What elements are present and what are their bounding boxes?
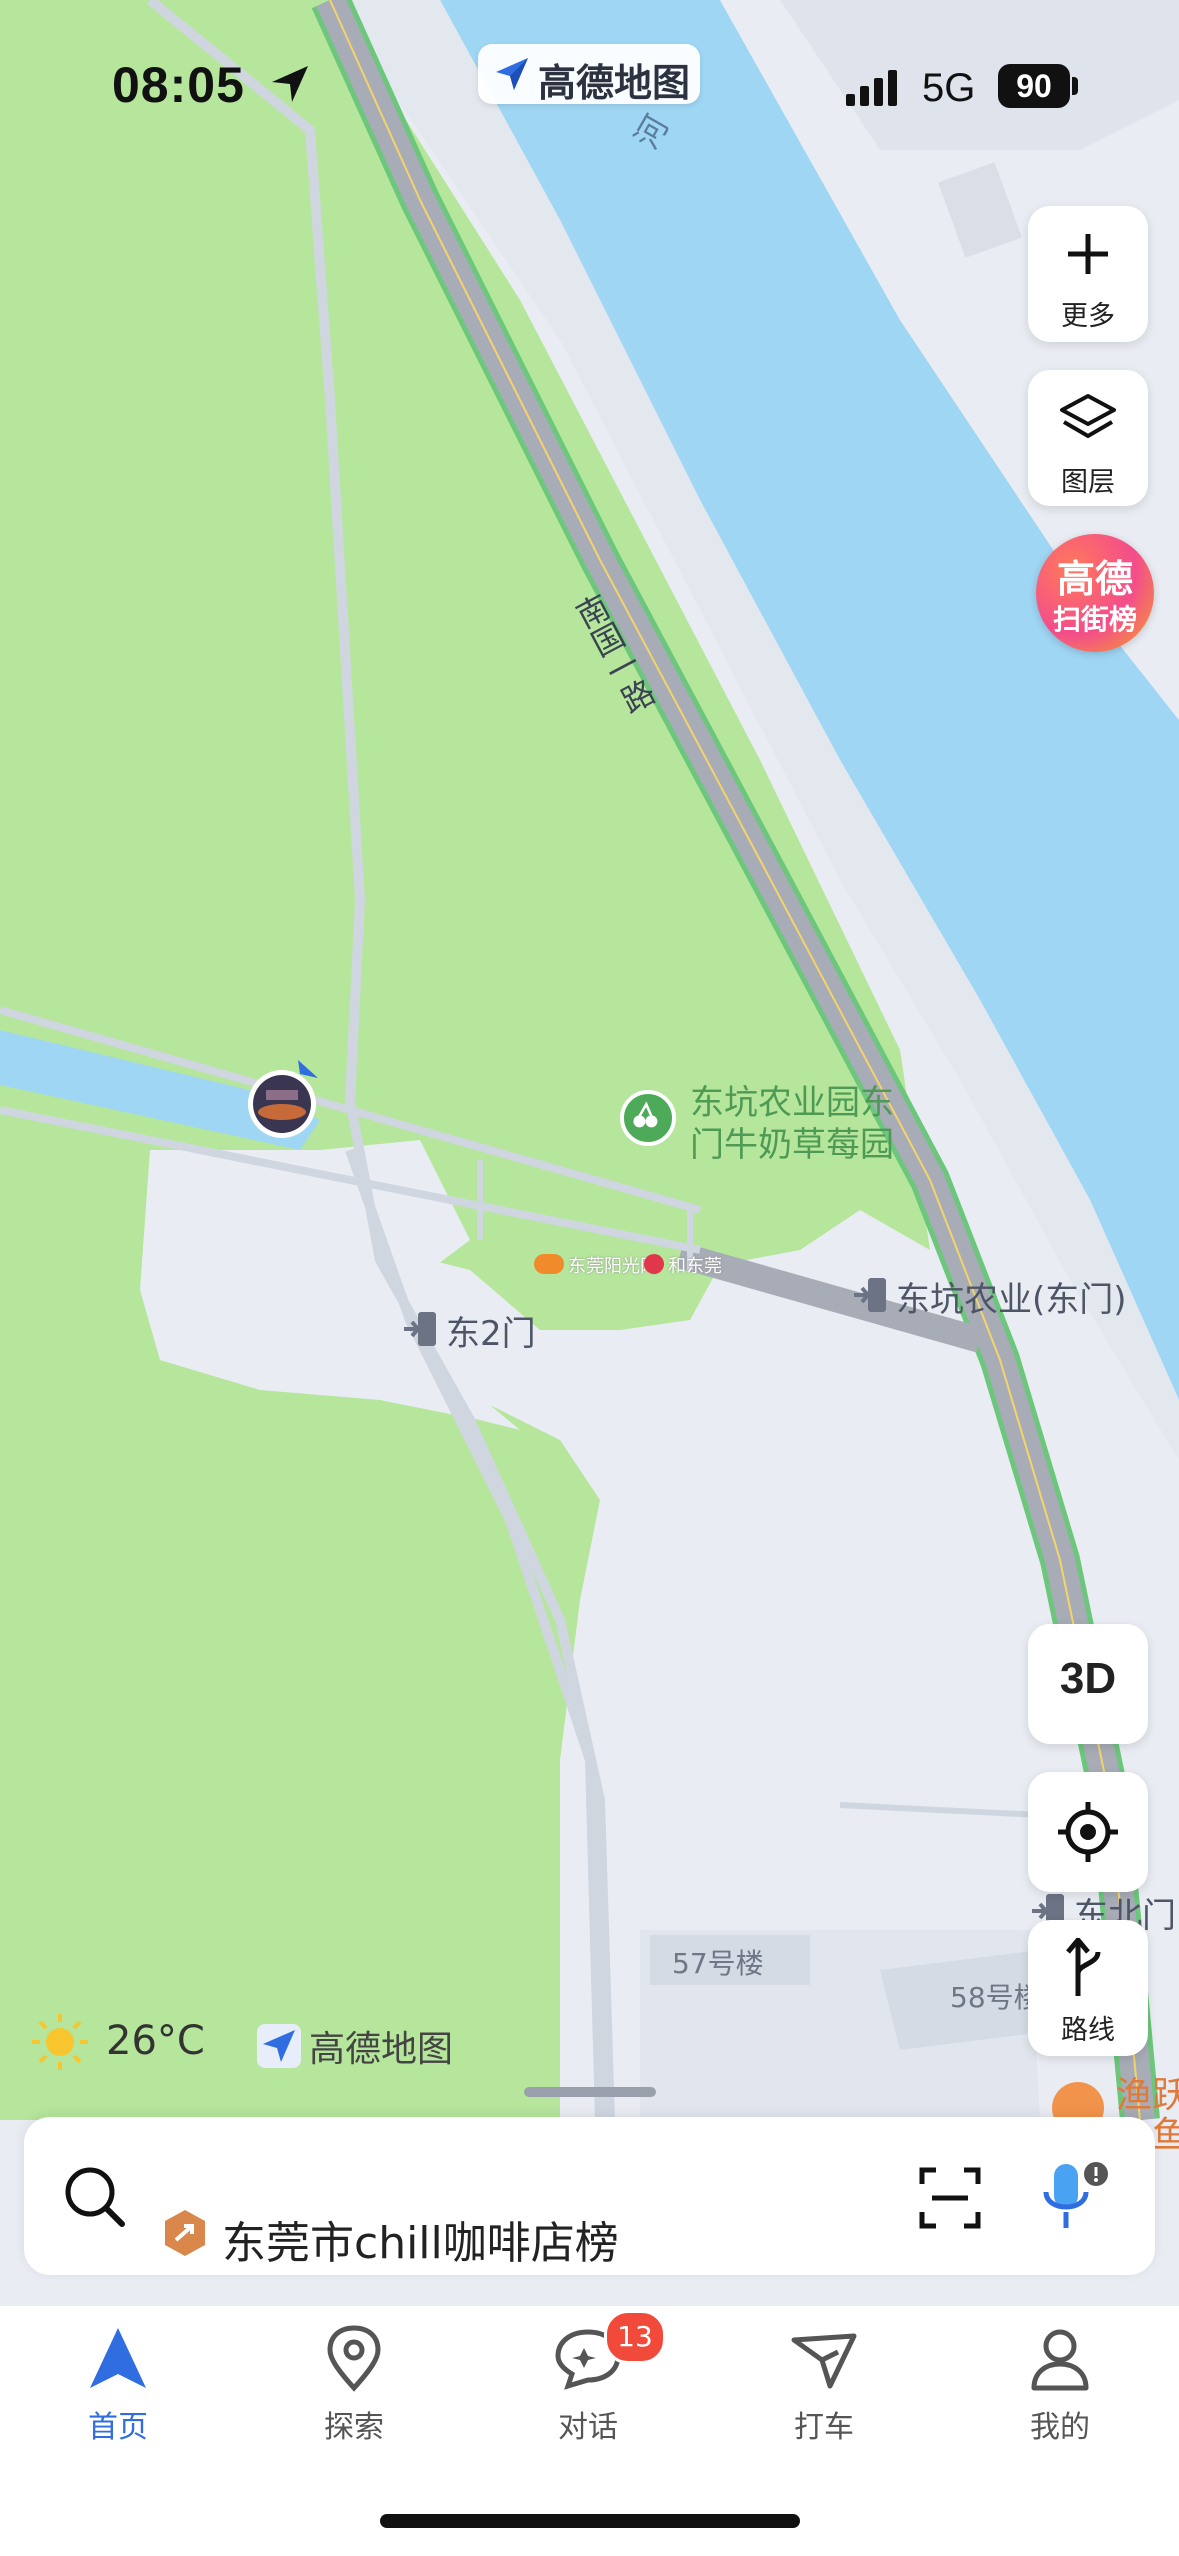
taxi-icon <box>790 2330 858 2390</box>
bottom-brand-logo: 高德地图 <box>257 2016 467 2072</box>
search-icon[interactable] <box>62 2164 128 2230</box>
layers-icon <box>1058 392 1118 448</box>
3d-toggle-button[interactable]: 3D <box>1028 1624 1148 1744</box>
crosshair-icon <box>1058 1802 1118 1862</box>
poi-strawberry-farm-line1: 东坑农业园东 <box>690 1083 894 1123</box>
tab-home[interactable]: 首页 <box>28 2318 208 2458</box>
profile-icon <box>1028 2326 1092 2392</box>
navigate-arrow-icon <box>88 2326 148 2392</box>
rank-badge-line1: 高德 <box>1056 557 1133 601</box>
route-arrow-icon <box>1064 1936 1112 1998</box>
heading-arrow-icon <box>298 1060 318 1078</box>
layers-label: 图层 <box>1061 467 1115 498</box>
more-button[interactable]: 更多 <box>1028 206 1148 342</box>
watermark-logo-icon <box>534 1254 564 1274</box>
gate-icon <box>854 1276 888 1314</box>
rank-badge-line2: 扫街榜 <box>1052 603 1137 636</box>
plus-icon <box>1066 232 1110 276</box>
user-location-marker[interactable] <box>244 1060 324 1140</box>
gate-icon <box>404 1310 438 1348</box>
route-button[interactable]: 路线 <box>1028 1920 1148 2056</box>
tab-profile[interactable]: 我的 <box>970 2318 1150 2458</box>
watermark-logo2-icon <box>644 1254 664 1274</box>
tab-taxi-label: 打车 <box>794 2410 854 2445</box>
chat-unread-badge: 13 <box>604 2310 666 2364</box>
cherry-icon <box>620 1090 676 1146</box>
sheet-handle[interactable] <box>524 2087 656 2097</box>
scan-icon[interactable] <box>918 2166 982 2230</box>
gate-east-label: 东坑农业(东门) <box>896 1280 1127 1320</box>
street-rank-badge[interactable]: 高德 扫街榜 <box>1036 534 1154 652</box>
more-label: 更多 <box>1061 301 1115 332</box>
tab-explore-label: 探索 <box>324 2410 384 2445</box>
route-label: 路线 <box>1061 2015 1115 2046</box>
weather-temperature: 26°C <box>106 2018 205 2064</box>
tab-profile-label: 我的 <box>1030 2410 1090 2445</box>
poi-strawberry-farm-line2: 门牛奶草莓园 <box>690 1125 894 1165</box>
bottom-brand-name: 高德地图 <box>309 2029 454 2070</box>
location-services-icon <box>268 62 312 106</box>
building-57: 57号楼 <box>672 1947 764 1980</box>
voice-mic-icon[interactable] <box>1038 2160 1110 2236</box>
battery-indicator: 90 <box>998 64 1070 108</box>
gate-east2-label: 东2门 <box>446 1314 536 1354</box>
tab-taxi[interactable]: 打车 <box>734 2318 914 2458</box>
watermark-text-2: 和东莞 <box>668 1256 722 1277</box>
network-type: 5G <box>922 66 976 110</box>
top-brand-logo[interactable]: 高德地图 <box>478 44 700 105</box>
ranking-hexagon-icon <box>162 2208 208 2258</box>
locate-button[interactable] <box>1028 1772 1148 1892</box>
battery-tip <box>1072 77 1078 95</box>
poi-partial-line1: 渔跃 <box>1116 2075 1179 2116</box>
3d-label: 3D <box>1059 1654 1117 1703</box>
gaode-logo-icon <box>492 54 532 94</box>
tab-chat-label: 对话 <box>558 2410 618 2445</box>
signal-icon <box>846 68 906 108</box>
home-indicator[interactable] <box>380 2514 800 2528</box>
tab-explore[interactable]: 探索 <box>264 2318 444 2458</box>
sun-icon <box>28 2010 92 2074</box>
status-time: 08:05 <box>112 57 245 113</box>
top-brand-name: 高德地图 <box>538 61 691 105</box>
search-suggestion[interactable]: 东莞市chill咖啡店榜 <box>222 2207 619 2271</box>
gaode-logo-icon <box>257 2024 301 2068</box>
layers-button[interactable]: 图层 <box>1028 370 1148 506</box>
tab-home-label: 首页 <box>88 2410 148 2445</box>
location-pin-icon <box>326 2324 382 2392</box>
